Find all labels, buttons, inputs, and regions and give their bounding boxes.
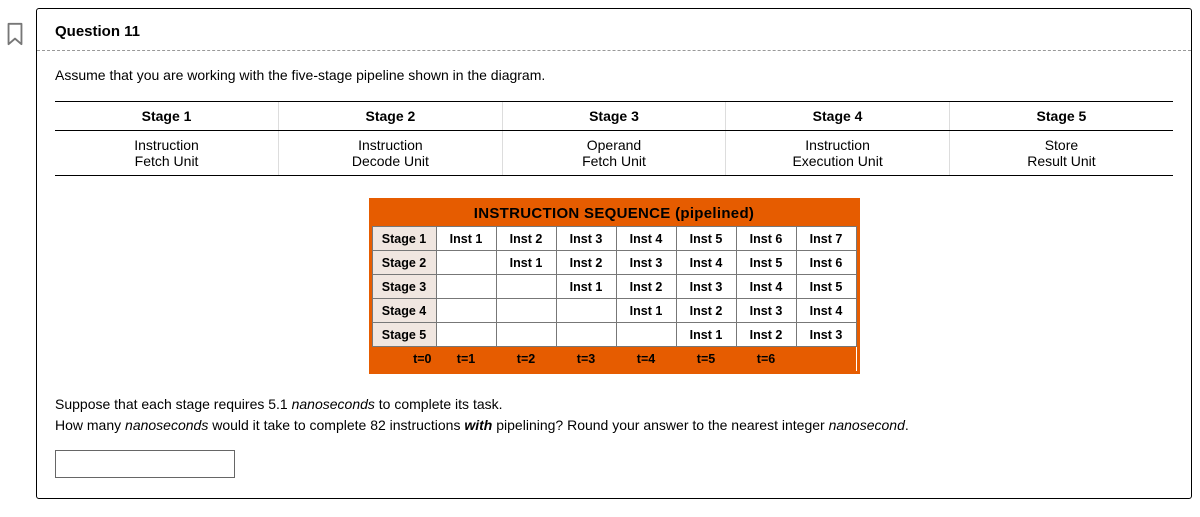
stage-unit: InstructionExecution Unit xyxy=(726,131,950,176)
seq-cell: Inst 3 xyxy=(736,299,796,323)
seq-cell: Inst 1 xyxy=(616,299,676,323)
seq-cell: Inst 3 xyxy=(796,323,856,347)
seq-cell xyxy=(496,299,556,323)
seq-cell: Inst 6 xyxy=(736,227,796,251)
seq-cell: Inst 7 xyxy=(796,227,856,251)
seq-cell xyxy=(436,323,496,347)
seq-cell xyxy=(616,323,676,347)
question-card: Question 11 Assume that you are working … xyxy=(36,8,1192,499)
seq-cell: Inst 4 xyxy=(616,227,676,251)
seq-time-label: t=3 xyxy=(556,347,616,371)
seq-cell: Inst 1 xyxy=(496,251,556,275)
seq-cell: Inst 3 xyxy=(676,275,736,299)
seq-cell: Inst 1 xyxy=(556,275,616,299)
instruction-sequence-diagram: INSTRUCTION SEQUENCE (pipelined) Stage 1… xyxy=(369,198,860,374)
seq-time-label: t=2 xyxy=(496,347,556,371)
seq-cell: Inst 2 xyxy=(616,275,676,299)
seq-cell: Inst 2 xyxy=(496,227,556,251)
seq-cell: Inst 4 xyxy=(676,251,736,275)
seq-cell xyxy=(436,251,496,275)
answer-input[interactable] xyxy=(55,450,235,478)
stage-header: Stage 2 xyxy=(279,102,503,131)
seq-cell: Inst 1 xyxy=(436,227,496,251)
seq-cell: Inst 3 xyxy=(556,227,616,251)
seq-cell xyxy=(436,275,496,299)
sequence-title: INSTRUCTION SEQUENCE (pipelined) xyxy=(372,201,857,226)
seq-cell xyxy=(496,323,556,347)
seq-time-label: t=1 xyxy=(436,347,496,371)
seq-cell: Inst 1 xyxy=(676,323,736,347)
stage-unit: InstructionFetch Unit xyxy=(55,131,279,176)
stage-header: Stage 1 xyxy=(55,102,279,131)
question-prompt: Assume that you are working with the fiv… xyxy=(55,67,1173,83)
stage-unit: InstructionDecode Unit xyxy=(279,131,503,176)
seq-cell: Inst 5 xyxy=(676,227,736,251)
seq-row-label: Stage 3 xyxy=(372,275,436,299)
pipeline-stage-table: Stage 1 Stage 2 Stage 3 Stage 4 Stage 5 … xyxy=(55,101,1173,176)
seq-time-label xyxy=(796,347,856,371)
seq-cell: Inst 4 xyxy=(796,299,856,323)
seq-time-label: t=4 xyxy=(616,347,676,371)
seq-cell: Inst 2 xyxy=(676,299,736,323)
seq-time-label: t=5 xyxy=(676,347,736,371)
seq-row-label: Stage 5 xyxy=(372,323,436,347)
seq-row-label: Stage 1 xyxy=(372,227,436,251)
stage-unit: StoreResult Unit xyxy=(949,131,1173,176)
seq-cell: Inst 5 xyxy=(736,251,796,275)
seq-cell: Inst 3 xyxy=(616,251,676,275)
seq-cell: Inst 5 xyxy=(796,275,856,299)
seq-cell: Inst 2 xyxy=(736,323,796,347)
seq-row-label: Stage 2 xyxy=(372,251,436,275)
stage-header: Stage 5 xyxy=(949,102,1173,131)
stage-header: Stage 4 xyxy=(726,102,950,131)
seq-cell: Inst 4 xyxy=(736,275,796,299)
question-number: Question 11 xyxy=(37,9,1191,51)
seq-cell xyxy=(436,299,496,323)
seq-cell xyxy=(496,275,556,299)
followup-text: Suppose that each stage requires 5.1 nan… xyxy=(55,394,1173,436)
stage-header: Stage 3 xyxy=(502,102,726,131)
seq-row-label: Stage 4 xyxy=(372,299,436,323)
seq-time-label: t=0 xyxy=(372,347,436,371)
bookmark-flag-icon[interactable] xyxy=(4,22,26,46)
seq-cell: Inst 6 xyxy=(796,251,856,275)
stage-unit: OperandFetch Unit xyxy=(502,131,726,176)
seq-cell xyxy=(556,299,616,323)
seq-cell: Inst 2 xyxy=(556,251,616,275)
seq-time-label: t=6 xyxy=(736,347,796,371)
seq-cell xyxy=(556,323,616,347)
